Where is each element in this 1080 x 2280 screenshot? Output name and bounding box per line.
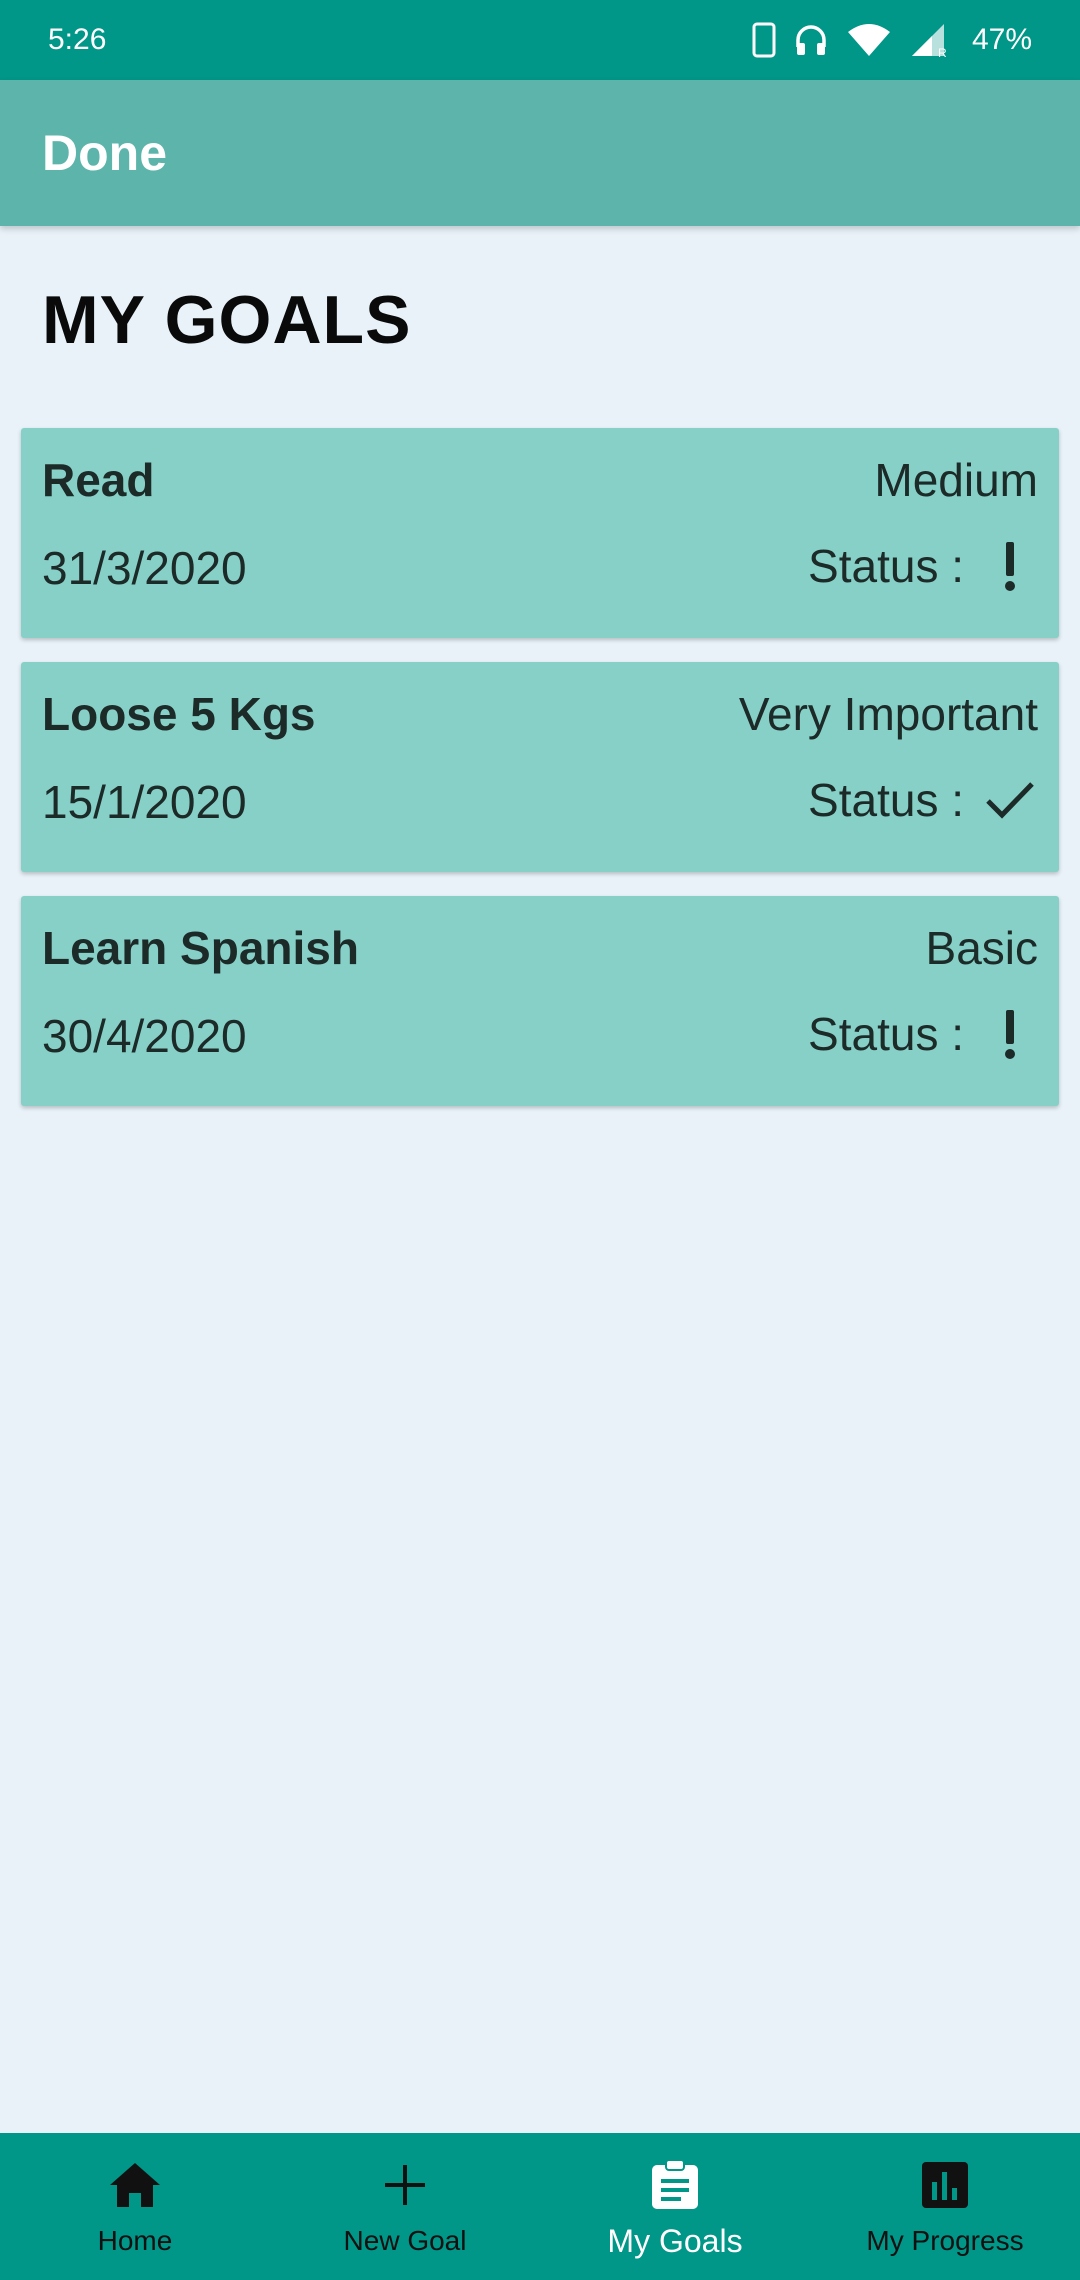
status-time: 5:26 — [48, 23, 107, 56]
status-icons: R 47% — [752, 22, 1032, 58]
wifi-icon — [846, 22, 892, 58]
goal-title: Loose 5 Kgs — [42, 688, 316, 740]
goal-date: 30/4/2020 — [42, 1010, 247, 1062]
goal-status-label: Status : — [808, 540, 964, 592]
nav-label-my-goals: My Goals — [607, 2223, 743, 2259]
status-bar: 5:26 R 47% — [0, 0, 1080, 80]
signal-icon: R — [910, 22, 950, 58]
goal-priority: Medium — [874, 454, 1038, 506]
clipboard-icon — [643, 2153, 707, 2217]
goal-status-label: Status : — [808, 1008, 964, 1060]
plus-icon — [373, 2153, 437, 2217]
battery-percent: 47% — [971, 23, 1032, 56]
nav-label-my-progress: My Progress — [866, 2225, 1024, 2256]
check-icon[interactable] — [982, 772, 1038, 828]
phone-icon — [752, 22, 776, 58]
bar-chart-icon — [913, 2153, 977, 2217]
page-title: MY GOALS — [42, 282, 412, 358]
goal-status: Status : — [808, 1004, 1038, 1064]
nav-label-new-goal: New Goal — [343, 2225, 467, 2256]
headphones-icon — [794, 23, 828, 57]
nav-label-home: Home — [97, 2225, 173, 2256]
goal-status-label: Status : — [808, 774, 964, 826]
goal-status: Status : — [808, 770, 1038, 830]
goal-date: 15/1/2020 — [42, 776, 247, 828]
goal-date: 31/3/2020 — [42, 542, 247, 594]
app-bar-title: Done — [42, 125, 167, 181]
goal-card[interactable]: Read Medium 31/3/2020 Status : — [21, 428, 1059, 638]
goal-card[interactable]: Loose 5 Kgs Very Important 15/1/2020 Sta… — [21, 662, 1059, 872]
nav-item-my-goals[interactable]: My Goals — [540, 2133, 810, 2280]
goal-status: Status : — [808, 536, 1038, 596]
goal-title: Read — [42, 454, 155, 506]
nav-item-new-goal[interactable]: New Goal — [270, 2133, 540, 2280]
exclamation-icon[interactable] — [982, 538, 1038, 594]
nav-item-my-progress[interactable]: My Progress — [810, 2133, 1080, 2280]
goal-list: Read Medium 31/3/2020 Status : Loose 5 K… — [21, 428, 1059, 1130]
home-icon — [103, 2153, 167, 2217]
bottom-nav: Home New Goal My Goals My Progress — [0, 2133, 1080, 2280]
goal-priority: Basic — [925, 922, 1038, 974]
goal-card[interactable]: Learn Spanish Basic 30/4/2020 Status : — [21, 896, 1059, 1106]
svg-text:R: R — [938, 46, 947, 58]
exclamation-icon[interactable] — [982, 1006, 1038, 1062]
nav-item-home[interactable]: Home — [0, 2133, 270, 2280]
app-bar: Done — [0, 80, 1080, 226]
goal-priority: Very Important — [738, 688, 1038, 740]
goal-title: Learn Spanish — [42, 922, 359, 974]
